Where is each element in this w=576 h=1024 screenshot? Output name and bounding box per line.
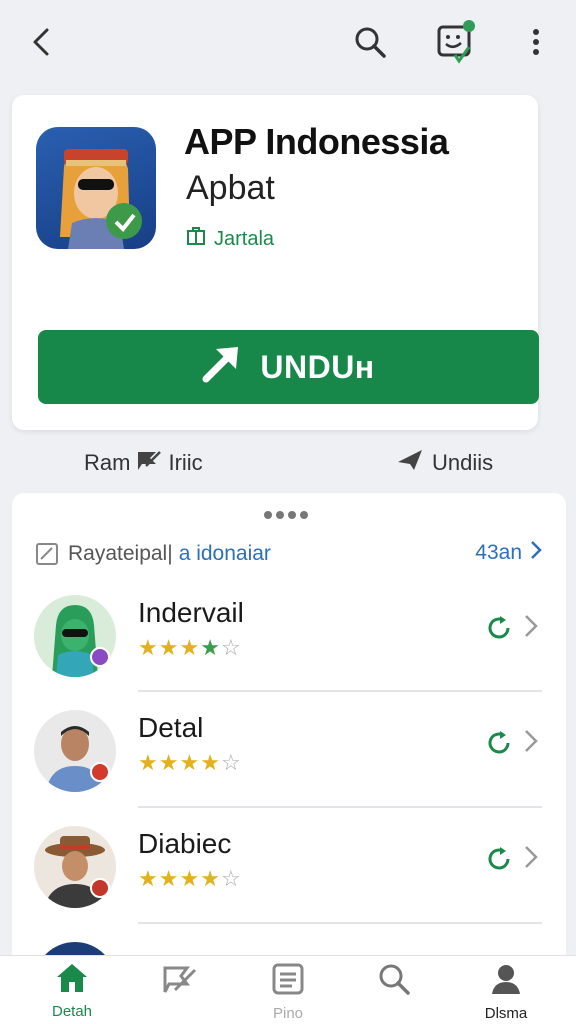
- meta-row: Ram Iriic Undiis: [0, 448, 576, 482]
- item-name: Diabiec: [138, 828, 232, 859]
- meta-left-label: Ram: [84, 450, 131, 475]
- nav-item-library[interactable]: Pino: [248, 962, 328, 1022]
- meta-right[interactable]: Undiis: [396, 448, 493, 478]
- star-icon: ★: [138, 866, 158, 891]
- divider: [138, 806, 542, 808]
- list-count: 43an: [475, 541, 522, 564]
- refresh-icon[interactable]: [486, 615, 512, 641]
- home-icon: [55, 962, 89, 999]
- app-meta: Jartala: [186, 226, 274, 252]
- download-button[interactable]: UNDUн: [38, 330, 539, 404]
- download-label: UNDUн: [260, 348, 375, 385]
- bottom-nav: Detah Pino Dlsma: [0, 955, 576, 1024]
- star-icon: ★: [138, 750, 158, 775]
- item-name: Indervail: [138, 597, 244, 628]
- app-card: APP Indonessia Apbat Jartala UNDUн: [12, 95, 539, 430]
- star-rating: ★ ★ ★ ★ ☆: [138, 750, 241, 776]
- search-icon[interactable]: [348, 20, 392, 64]
- list-icon: [271, 962, 305, 1001]
- refresh-icon[interactable]: [486, 846, 512, 872]
- star-icon: ★: [158, 866, 179, 891]
- list-header-title: Rayateipal|: [68, 542, 173, 565]
- list-header-link[interactable]: a idonaiar: [179, 542, 271, 566]
- nav-label: Detah: [51, 1003, 93, 1020]
- top-bar: [0, 0, 576, 84]
- star-icon: ★: [200, 866, 220, 891]
- list-card: Rayateipal| a idonaiar 43an Indervail ★ …: [12, 493, 566, 963]
- pager-dots: [264, 511, 308, 519]
- list-header-more[interactable]: 43an: [475, 540, 542, 566]
- chevron-right-icon: [530, 540, 542, 566]
- app-subtitle: Apbat: [186, 169, 275, 207]
- back-arrow-icon[interactable]: [20, 20, 64, 64]
- nav-item-search[interactable]: [354, 962, 434, 1022]
- list-item[interactable]: Diabiec ★ ★ ★ ★ ☆: [12, 814, 566, 928]
- app-logo: [36, 127, 156, 249]
- more-vertical-icon[interactable]: [514, 20, 558, 64]
- star-icon: ★: [200, 750, 220, 775]
- star-icon: ★: [138, 635, 158, 660]
- star-icon: ★: [200, 635, 220, 660]
- nav-label: Pino: [272, 1005, 304, 1022]
- star-outline-icon: ☆: [220, 866, 241, 891]
- chevron-right-icon[interactable]: [524, 613, 538, 644]
- app-title: APP Indonessia: [184, 121, 449, 162]
- item-name: Detal: [138, 712, 204, 743]
- edit-flag-icon: [136, 448, 162, 478]
- nav-item-home[interactable]: Detah: [32, 962, 112, 1022]
- divider: [138, 922, 542, 924]
- nav-label: Dlsma: [484, 1005, 528, 1022]
- list-item[interactable]: Indervail ★ ★ ★ ★ ☆: [12, 583, 566, 697]
- star-rating: ★ ★ ★ ★ ☆: [138, 866, 241, 892]
- chevron-right-icon[interactable]: [524, 728, 538, 759]
- star-icon: ★: [158, 750, 179, 775]
- edit-flag-icon: [161, 962, 199, 1001]
- nav-item-profile[interactable]: Dlsma: [466, 962, 546, 1022]
- meta-left[interactable]: Ram Iriic: [84, 448, 203, 478]
- bag-icon: [186, 226, 206, 252]
- star-outline-icon: ☆: [220, 635, 241, 660]
- app-sticker-icon[interactable]: [434, 20, 478, 64]
- refresh-icon[interactable]: [486, 730, 512, 756]
- meta-left-label-2: Iriic: [168, 450, 203, 475]
- meta-right-label: Undiis: [432, 450, 494, 475]
- person-icon: [489, 962, 523, 1001]
- verified-badge-icon: [90, 647, 110, 667]
- play-badge-icon: [90, 762, 110, 782]
- app-meta-label: Jartala: [214, 227, 275, 250]
- chevron-right-icon[interactable]: [524, 844, 538, 875]
- chart-icon: [36, 543, 58, 565]
- star-icon: ★: [179, 866, 200, 891]
- nav-item-updates[interactable]: [140, 962, 220, 1022]
- star-rating: ★ ★ ★ ★ ☆: [138, 635, 241, 661]
- divider: [138, 690, 542, 692]
- star-icon: ★: [158, 635, 179, 660]
- arrow-icon: [202, 343, 242, 391]
- search-icon: [377, 962, 411, 1001]
- star-icon: ★: [179, 635, 200, 660]
- star-outline-icon: ☆: [220, 750, 241, 775]
- star-icon: ★: [179, 750, 200, 775]
- play-badge-icon: [90, 878, 110, 898]
- plane-icon: [396, 448, 424, 478]
- list-item[interactable]: Detal ★ ★ ★ ★ ☆: [12, 698, 566, 812]
- list-header: Rayateipal| a idonaiar 43an: [36, 540, 546, 568]
